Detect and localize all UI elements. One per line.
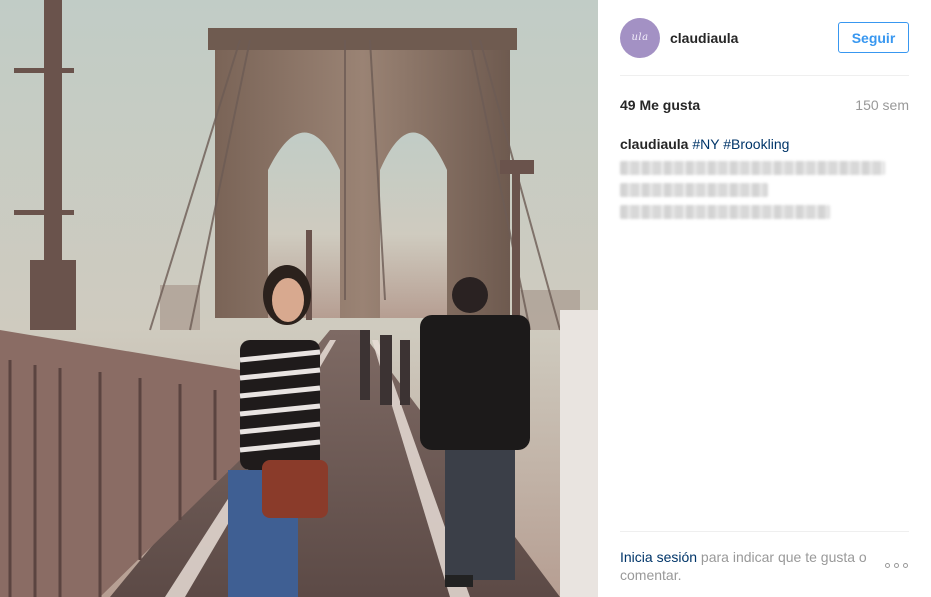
- post-caption: claudiaula #NY #Brookling: [620, 135, 909, 219]
- post-stats: 49 Me gusta 150 sem: [620, 97, 909, 115]
- bridge-tower: [208, 28, 517, 318]
- brooklyn-bridge-photo: [0, 0, 598, 597]
- post-header: ula claudiaula Seguir: [620, 18, 909, 76]
- username-link[interactable]: claudiaula: [670, 30, 738, 46]
- login-link[interactable]: Inicia sesión: [620, 549, 697, 565]
- blurred-caption-line: [620, 161, 885, 175]
- post-timestamp[interactable]: 150 sem: [855, 97, 909, 113]
- post-photo[interactable]: [0, 0, 598, 597]
- hashtag-brookling[interactable]: #Brookling: [723, 136, 789, 152]
- hashtag-ny[interactable]: #NY: [692, 136, 719, 152]
- post-footer: Inicia sesión para indicar que te gusta …: [620, 531, 909, 584]
- follow-button[interactable]: Seguir: [838, 22, 909, 53]
- caption-username[interactable]: claudiaula: [620, 136, 688, 152]
- more-options-icon[interactable]: [885, 562, 909, 570]
- likes-count[interactable]: 49 Me gusta: [620, 97, 700, 113]
- post-details-panel: ula claudiaula Seguir 49 Me gusta 150 se…: [598, 0, 931, 597]
- avatar[interactable]: ula: [620, 18, 660, 58]
- login-prompt: Inicia sesión para indicar que te gusta …: [620, 548, 880, 584]
- blurred-caption-line: [620, 183, 768, 197]
- blurred-caption-line: [620, 205, 830, 219]
